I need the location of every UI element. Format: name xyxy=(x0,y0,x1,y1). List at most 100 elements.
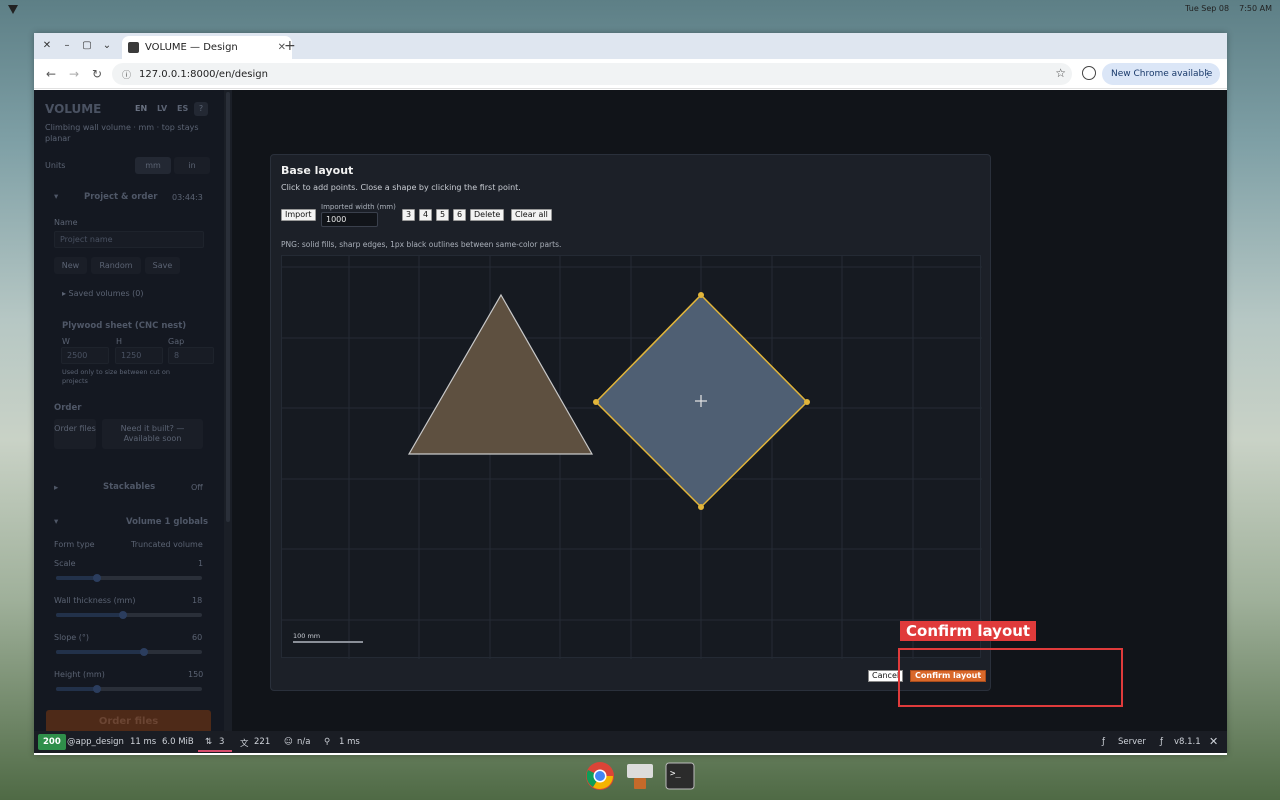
request-time[interactable]: 11 ms xyxy=(130,737,156,747)
close-window-icon[interactable]: ✕ xyxy=(40,39,54,53)
lang-en-button[interactable]: EN xyxy=(135,104,147,113)
lang-lv-button[interactable]: LV xyxy=(157,104,167,113)
wall-thickness-value: 18 xyxy=(192,596,203,605)
clear-all-button[interactable]: Clear all xyxy=(511,209,552,221)
scrollbar-thumb[interactable] xyxy=(226,92,230,522)
canvas-drawing[interactable] xyxy=(282,256,982,659)
new-button[interactable]: New xyxy=(54,257,87,274)
sides-4-button[interactable]: 4 xyxy=(419,209,432,221)
gap-label: Gap xyxy=(168,337,185,346)
vertex-handle[interactable] xyxy=(593,399,599,405)
w-label: W xyxy=(62,337,70,346)
forward-icon[interactable]: → xyxy=(69,67,79,81)
user-icon: ☺ xyxy=(284,737,293,747)
minimize-window-icon[interactable]: – xyxy=(60,39,74,53)
saved-volumes-toggle[interactable]: ▸ Saved volumes (0) xyxy=(62,289,144,298)
units-mm-button[interactable]: mm xyxy=(135,157,171,174)
order-files-button[interactable]: Order files xyxy=(46,710,211,731)
new-tab-icon[interactable]: + xyxy=(284,38,296,54)
project-section-title[interactable]: Project & order xyxy=(84,192,157,202)
app-subtitle: Climbing wall volume · mm · top stays pl… xyxy=(45,123,199,143)
back-icon[interactable]: ← xyxy=(46,67,56,81)
triangle-shape[interactable] xyxy=(407,293,594,455)
maximize-window-icon[interactable]: ▢ xyxy=(80,39,94,53)
system-logo-icon[interactable] xyxy=(7,3,19,15)
slider-knob[interactable] xyxy=(119,611,128,619)
form-type-label: Form type xyxy=(54,540,95,549)
profile-icon[interactable] xyxy=(1082,66,1096,80)
chrome-update-label: New Chrome available xyxy=(1111,69,1213,79)
units-in-button[interactable]: in xyxy=(174,157,210,174)
vertex-handle[interactable] xyxy=(698,504,704,510)
sheet-width-input[interactable]: 2500 xyxy=(61,347,109,364)
address-url: 127.0.0.1:8000/en/design xyxy=(139,68,268,80)
scale-label: 100 mm xyxy=(293,632,321,640)
tab-volume-design[interactable]: VOLUME — Design ✕ xyxy=(122,36,292,59)
performance-value[interactable]: 1 ms xyxy=(339,737,360,747)
memory-usage[interactable]: 6.0 MiB xyxy=(162,737,194,747)
reload-icon[interactable]: ↻ xyxy=(92,67,102,81)
wall-thickness-label: Wall thickness (mm) xyxy=(54,596,136,605)
order-section-title: Order xyxy=(54,403,82,413)
close-toolbar-icon[interactable]: ✕ xyxy=(1209,735,1218,748)
server-label[interactable]: Server xyxy=(1118,737,1146,747)
scale-value: 1 xyxy=(198,559,204,568)
taskbar-dock: >_ xyxy=(578,757,702,797)
slider-knob[interactable] xyxy=(92,685,101,693)
file-manager-app-icon[interactable] xyxy=(625,761,655,791)
scale-slider[interactable] xyxy=(56,574,202,582)
terminal-app-icon[interactable]: >_ xyxy=(665,761,695,791)
stackables-title[interactable]: Stackables xyxy=(103,482,155,492)
address-bar[interactable]: ⓘ 127.0.0.1:8000/en/design ☆ xyxy=(112,63,1072,85)
layout-canvas[interactable]: 100 mm xyxy=(281,255,982,659)
translation-count[interactable]: 221 xyxy=(254,737,270,747)
slider-knob[interactable] xyxy=(139,648,148,656)
sheet-height-input[interactable]: 1250 xyxy=(115,347,163,364)
vertex-handle[interactable] xyxy=(698,292,704,298)
user-value[interactable]: n/a xyxy=(297,737,310,747)
menu-dots-icon[interactable]: ⋮ xyxy=(1202,69,1212,80)
chevron-down-icon[interactable]: ▾ xyxy=(54,192,58,202)
order-files-small-button[interactable]: Order files xyxy=(54,419,96,449)
lang-es-button[interactable]: ES xyxy=(177,104,188,113)
sides-3-button[interactable]: 3 xyxy=(402,209,415,221)
slider-knob[interactable] xyxy=(92,574,101,582)
tab-search-icon[interactable]: ⌄ xyxy=(100,39,114,53)
import-button[interactable]: Import xyxy=(281,209,316,221)
help-button[interactable]: ? xyxy=(194,102,208,116)
chevron-right-icon[interactable]: ▸ xyxy=(54,483,58,493)
route-name[interactable]: @app_design xyxy=(67,737,124,747)
sides-6-button[interactable]: 6 xyxy=(453,209,466,221)
height-value: 150 xyxy=(188,670,204,679)
vertex-handle[interactable] xyxy=(804,399,810,405)
sidebar-scrollbar[interactable] xyxy=(224,90,232,731)
save-button[interactable]: Save xyxy=(145,257,180,274)
height-slider[interactable] xyxy=(56,685,202,693)
status-code-badge[interactable]: 200 xyxy=(38,734,66,750)
random-button[interactable]: Random xyxy=(91,257,141,274)
canvas-grid xyxy=(282,256,982,659)
wall-thickness-slider[interactable] xyxy=(56,611,202,619)
plywood-hint: Used only to size between cut on project… xyxy=(62,368,170,385)
svg-text:>_: >_ xyxy=(670,769,681,779)
imported-width-input[interactable]: 1000 xyxy=(321,212,378,227)
requests-count[interactable]: 3 xyxy=(219,737,224,747)
chevron-down-icon[interactable]: ▾ xyxy=(54,517,58,527)
site-info-icon[interactable]: ⓘ xyxy=(122,68,131,81)
delete-button[interactable]: Delete xyxy=(470,209,505,221)
chrome-app-icon[interactable] xyxy=(585,761,615,791)
sides-5-button[interactable]: 5 xyxy=(436,209,449,221)
base-layout-dialog: Base layout Click to add points. Close a… xyxy=(270,154,991,691)
system-clock[interactable]: Tue Sep 08 7:50 AM xyxy=(1185,4,1272,13)
need-built-button[interactable]: Need it built? — Available soon xyxy=(102,419,203,449)
chrome-update-button[interactable]: New Chrome available ⋮ xyxy=(1102,63,1220,85)
sheet-gap-input[interactable]: 8 xyxy=(168,347,214,364)
form-type-value[interactable]: Truncated volume xyxy=(131,540,203,549)
bookmark-star-icon[interactable]: ☆ xyxy=(1055,66,1066,80)
version-label[interactable]: v8.1.1 xyxy=(1174,737,1201,747)
volume-globals-title[interactable]: Volume 1 globals xyxy=(126,517,208,527)
scale-bar xyxy=(293,641,363,643)
project-name-input[interactable]: Project name xyxy=(54,231,204,248)
browser-toolbar: ← → ↻ ⓘ 127.0.0.1:8000/en/design ☆ New C… xyxy=(34,59,1227,89)
slope-slider[interactable] xyxy=(56,648,202,656)
